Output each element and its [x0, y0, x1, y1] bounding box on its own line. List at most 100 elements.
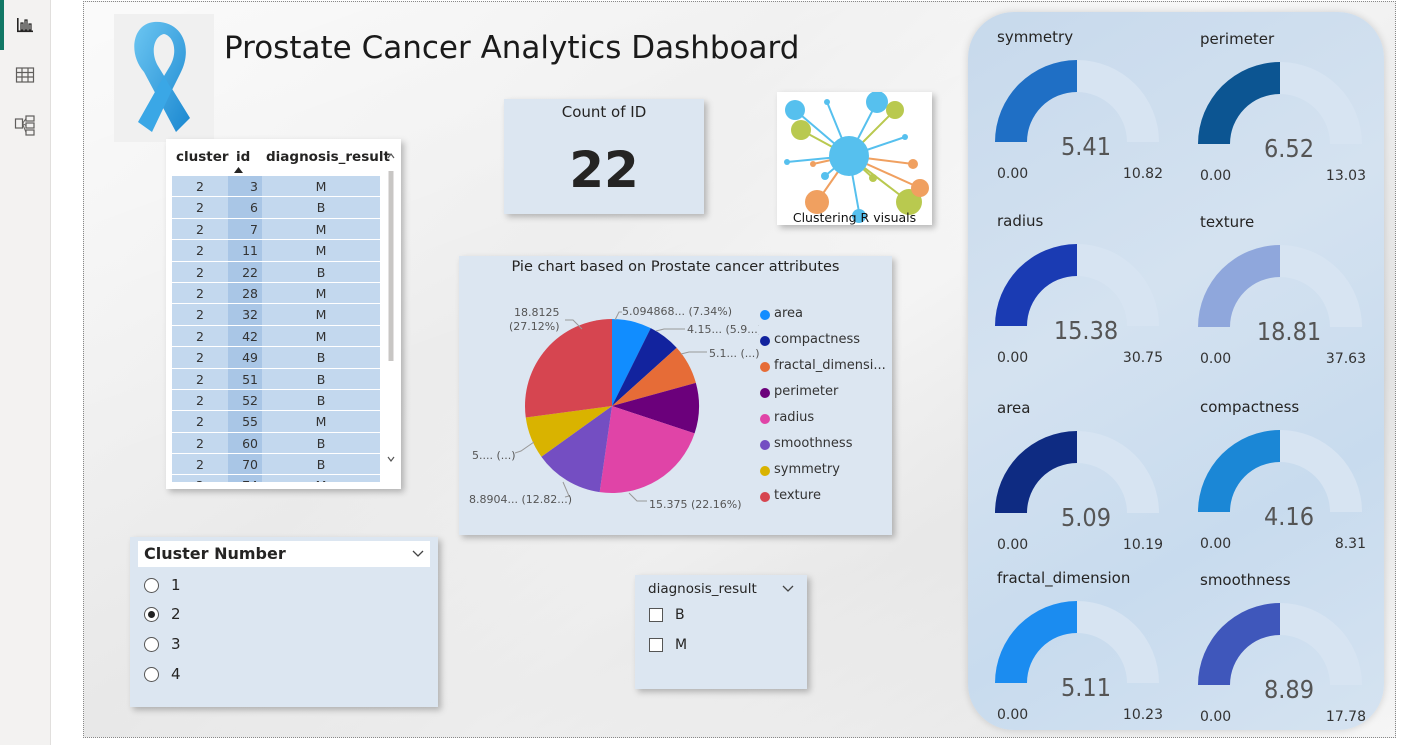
cell-cluster: 2 — [172, 218, 228, 240]
gauge-max: 30.75 — [1122, 350, 1163, 366]
gauge-value: 5.11 — [1060, 673, 1112, 702]
legend-item[interactable]: perimeter — [760, 384, 886, 410]
legend-label: smoothness — [774, 436, 853, 451]
table-row[interactable]: 2 60 B — [172, 432, 380, 455]
pie-chart[interactable]: 5.094868... (7.34%) 4.15... (5.9...) 5.1..… — [459, 256, 759, 535]
report-view-icon[interactable] — [12, 12, 38, 38]
gauge-fill — [1198, 245, 1280, 327]
diagnosis-result-slicer: diagnosis_result B M — [635, 575, 807, 689]
table-row[interactable]: 26B — [172, 197, 380, 219]
checkbox[interactable] — [649, 608, 663, 622]
column-header-cluster[interactable]: cluster — [176, 149, 229, 165]
table-row[interactable]: 2 51 B — [172, 368, 380, 390]
gauge-min: 0.00 — [997, 166, 1029, 182]
table-row[interactable]: 2 49 B — [172, 347, 380, 369]
cluster-option-4[interactable]: 4 — [144, 665, 181, 683]
legend-swatch — [760, 466, 770, 476]
data-view-icon[interactable] — [12, 62, 38, 88]
clustering-r-visual[interactable]: Clustering R visuals — [777, 91, 932, 225]
cell-cluster: 2 — [172, 304, 228, 325]
network-graph-image — [784, 91, 929, 223]
legend-item[interactable]: texture — [760, 488, 886, 514]
gauge-area[interactable]: area 5.09 0.00 10.19 — [995, 399, 1185, 569]
table-row[interactable]: 274M — [172, 475, 380, 482]
table-row[interactable]: 2 42 M — [172, 325, 380, 348]
gauge-radius[interactable]: radius 15.38 0.00 30.75 — [995, 212, 1185, 382]
radio-button-selected[interactable] — [144, 607, 159, 622]
leader-line-radius — [628, 492, 647, 502]
data-label-smoothness: 8.8904... (12.82...) — [469, 493, 572, 506]
gauge-title: texture — [1200, 213, 1255, 231]
gauge-fill — [1198, 430, 1280, 512]
gauge-min: 0.00 — [997, 707, 1029, 723]
column-header-diagnosis[interactable]: diagnosis_result — [266, 149, 390, 165]
diagnosis-option-m[interactable]: M — [649, 637, 687, 653]
legend-label: perimeter — [774, 384, 839, 399]
legend-item[interactable]: area — [760, 306, 886, 332]
legend-item[interactable]: smoothness — [760, 436, 886, 462]
cluster-option-2[interactable]: 2 — [144, 605, 181, 623]
gauge-smoothness[interactable]: smoothness 8.89 0.00 17.78 — [1198, 571, 1384, 730]
active-view-indicator — [0, 0, 4, 50]
table-body: 2 3 M 2 6 B 2 7 M 2 11 M 2 22 B 2 28 M 2 32 M 2 42 M 2 49 B 2 51 B 2 52… — [172, 176, 380, 482]
cell-diagnosis: B — [262, 261, 380, 282]
data-label-fractal: 5.1... (...) — [709, 347, 759, 360]
gauge-value: 15.38 — [1053, 316, 1119, 345]
table-row[interactable]: 2 70 B — [172, 454, 380, 476]
gauge-texture[interactable]: texture 18.81 0.00 37.63 — [1198, 213, 1384, 383]
view-switcher-rail — [0, 0, 51, 745]
column-header-id[interactable]: id — [236, 149, 250, 165]
table-row[interactable]: 23M — [172, 176, 380, 198]
gauge-symmetry[interactable]: symmetry 5.41 0.00 10.82 — [995, 28, 1185, 198]
table-row[interactable]: 2 52 B — [172, 389, 380, 412]
radio-button[interactable] — [144, 667, 159, 682]
cluster-option-1[interactable]: 1 — [144, 576, 181, 594]
legend-item[interactable]: radius — [760, 410, 886, 436]
model-view-icon[interactable] — [12, 112, 38, 138]
cell-id: 3 — [228, 176, 262, 197]
gauge-min: 0.00 — [1200, 351, 1232, 367]
legend-swatch — [760, 310, 770, 320]
table-row[interactable]: 2 32 M — [172, 304, 380, 326]
gauge-compactness[interactable]: compactness 4.16 0.00 8.31 — [1198, 398, 1384, 568]
leader-line-compactness — [655, 328, 685, 332]
card-label: Count of ID — [561, 103, 647, 121]
chevron-down-icon[interactable] — [782, 585, 794, 593]
table-row[interactable]: 27M — [172, 218, 380, 241]
gauge-fractal-dimension[interactable]: fractal_dimension 5.11 0.00 10.23 — [995, 569, 1185, 730]
pie-chart-card[interactable]: Pie chart based on Prostate cancer attri… — [459, 256, 892, 535]
gauge-perimeter[interactable]: perimeter 6.52 0.00 13.03 — [1198, 30, 1384, 200]
cell-diagnosis: M — [262, 304, 380, 325]
cluster-number-slicer: Cluster Number 1 2 3 4 — [130, 537, 438, 707]
legend-item[interactable]: fractal_dimensi... — [760, 358, 886, 384]
dashboard-title: Prostate Cancer Analytics Dashboard — [224, 30, 800, 66]
legend-swatch — [760, 440, 770, 450]
legend-swatch — [760, 388, 770, 398]
slicer-title: Cluster Number — [144, 544, 286, 563]
radio-button[interactable] — [144, 578, 159, 593]
table-row[interactable]: 2 11 M — [172, 240, 380, 262]
pie-slice-texture[interactable] — [525, 319, 612, 418]
cluster-option-3[interactable]: 3 — [144, 635, 181, 653]
radio-button[interactable] — [144, 637, 159, 652]
cell-id: 32 — [228, 304, 262, 325]
table-row[interactable]: 2 22 B — [172, 261, 380, 283]
table-scrollbar[interactable] — [385, 151, 397, 481]
table-row[interactable]: 2 28 M — [172, 282, 380, 305]
cell-cluster: 2 — [172, 432, 228, 454]
legend-swatch — [760, 336, 770, 346]
gauge-title: symmetry — [997, 28, 1074, 46]
option-label: M — [675, 637, 688, 653]
count-of-id-card: Count of ID 22 — [504, 99, 704, 214]
legend-item[interactable]: symmetry — [760, 462, 886, 488]
checkbox[interactable] — [649, 638, 663, 652]
diagnosis-option-b[interactable]: B — [649, 607, 685, 623]
cell-diagnosis: B — [262, 197, 380, 218]
table-row[interactable]: 2 55 M — [172, 411, 380, 433]
data-label-symmetry: 5.... (...) — [472, 449, 516, 462]
slicer-header[interactable]: Cluster Number — [138, 541, 430, 567]
legend-item[interactable]: compactness — [760, 332, 886, 358]
gauge-max: 37.63 — [1325, 351, 1366, 367]
cell-cluster: 2 — [172, 347, 228, 368]
cluster-table[interactable]: cluster id diagnosis_result 2 3 M 2 6 B 2 7 M 2 11… — [166, 139, 401, 489]
